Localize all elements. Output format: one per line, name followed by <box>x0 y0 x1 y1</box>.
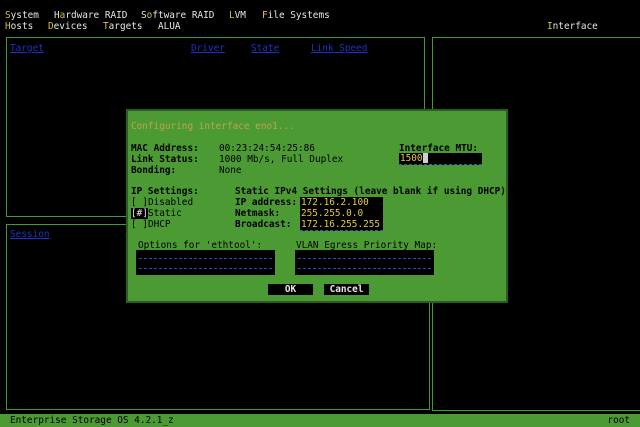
column-header-state[interactable]: State <box>251 43 279 54</box>
ip-option-disabled[interactable]: [ ]Disabled <box>131 197 193 208</box>
menu-label: nterface <box>552 21 598 32</box>
cancel-button[interactable]: Cancel <box>324 284 369 295</box>
input-line <box>298 258 431 259</box>
dialog-title: Configuring interface eno1... <box>131 121 295 132</box>
menu-item-system[interactable]: System <box>5 10 39 21</box>
configure-interface-dialog: Configuring interface eno1... MAC Addres… <box>126 109 508 303</box>
menu-label: ystem <box>10 10 39 21</box>
input-line <box>139 258 272 259</box>
menu-label: VM <box>234 10 246 21</box>
menu-item-hosts[interactable]: Hosts <box>5 21 33 32</box>
menu-item-targets[interactable]: Targets <box>103 21 143 32</box>
option-label: Disabled <box>147 197 194 208</box>
menu-label: argets <box>108 21 143 32</box>
menu-label: osts <box>10 21 34 32</box>
checkbox-icon: [ ] <box>131 219 148 230</box>
option-label: DHCP <box>147 219 171 230</box>
input-line <box>139 268 272 269</box>
column-header-session[interactable]: Session <box>10 229 50 240</box>
menu-label: ftware RAID <box>152 10 215 21</box>
menu-item-alua[interactable]: ALUA <box>158 21 181 32</box>
menu-item-hardware-raid[interactable]: Hardware RAID <box>54 10 127 21</box>
menu-label: evices <box>53 21 88 32</box>
link-status-value: 1000 Mb/s, Full Duplex <box>219 154 344 165</box>
ethtool-options-field[interactable] <box>136 250 275 275</box>
input-line <box>298 268 431 269</box>
link-status-label: Link Status: <box>131 154 199 165</box>
broadcast-field[interactable]: 172.16.255.255 <box>300 219 383 231</box>
menu-item-interface[interactable]: Interface <box>547 21 598 32</box>
option-label: Static <box>147 208 182 219</box>
column-header-link-speed[interactable]: Link Speed <box>311 43 367 54</box>
menu-item-devices[interactable]: Devices <box>48 21 88 32</box>
ip-address-label: IP address: <box>235 197 298 208</box>
bonding-value: None <box>219 165 242 176</box>
menu-item-software-raid[interactable]: Software RAID <box>141 10 214 21</box>
menu-label: rdware RAID <box>65 10 128 21</box>
interface-mtu-value: 1500 <box>400 153 423 164</box>
mac-address-label: MAC Address: <box>131 143 199 154</box>
bonding-label: Bonding: <box>131 165 177 176</box>
checkbox-icon: [ ] <box>131 197 148 208</box>
netmask-label: Netmask: <box>235 208 281 219</box>
ip-settings-label: IP Settings: <box>131 186 199 197</box>
status-bar: Enterprise Storage OS 4.2.1_z root <box>0 414 640 427</box>
mac-address-value: 00:23:24:54:25:86 <box>219 143 315 154</box>
menu-label: ALUA <box>158 21 181 32</box>
vlan-egress-field[interactable] <box>295 250 434 275</box>
column-header-driver[interactable]: Driver <box>191 43 225 54</box>
broadcast-label: Broadcast: <box>235 219 292 230</box>
menu-item-lvm[interactable]: LVM <box>229 10 246 21</box>
ok-button[interactable]: OK <box>268 284 313 295</box>
ip-option-static[interactable]: [#]Static <box>131 208 182 219</box>
status-user: root <box>607 415 630 426</box>
static-ipv4-title: Static IPv4 Settings (leave blank if usi… <box>235 186 506 197</box>
menu-item-file-systems[interactable]: File Systems <box>262 10 330 21</box>
text-cursor <box>422 153 428 163</box>
checkbox-icon: [#] <box>131 208 148 219</box>
interface-mtu-field[interactable]: 1500 <box>399 153 482 165</box>
status-product-version: Enterprise Storage OS 4.2.1_z <box>10 415 174 426</box>
column-header-target[interactable]: Target <box>10 43 44 54</box>
ip-option-dhcp[interactable]: [ ]DHCP <box>131 219 171 230</box>
menu-label: ile Systems <box>267 10 330 21</box>
